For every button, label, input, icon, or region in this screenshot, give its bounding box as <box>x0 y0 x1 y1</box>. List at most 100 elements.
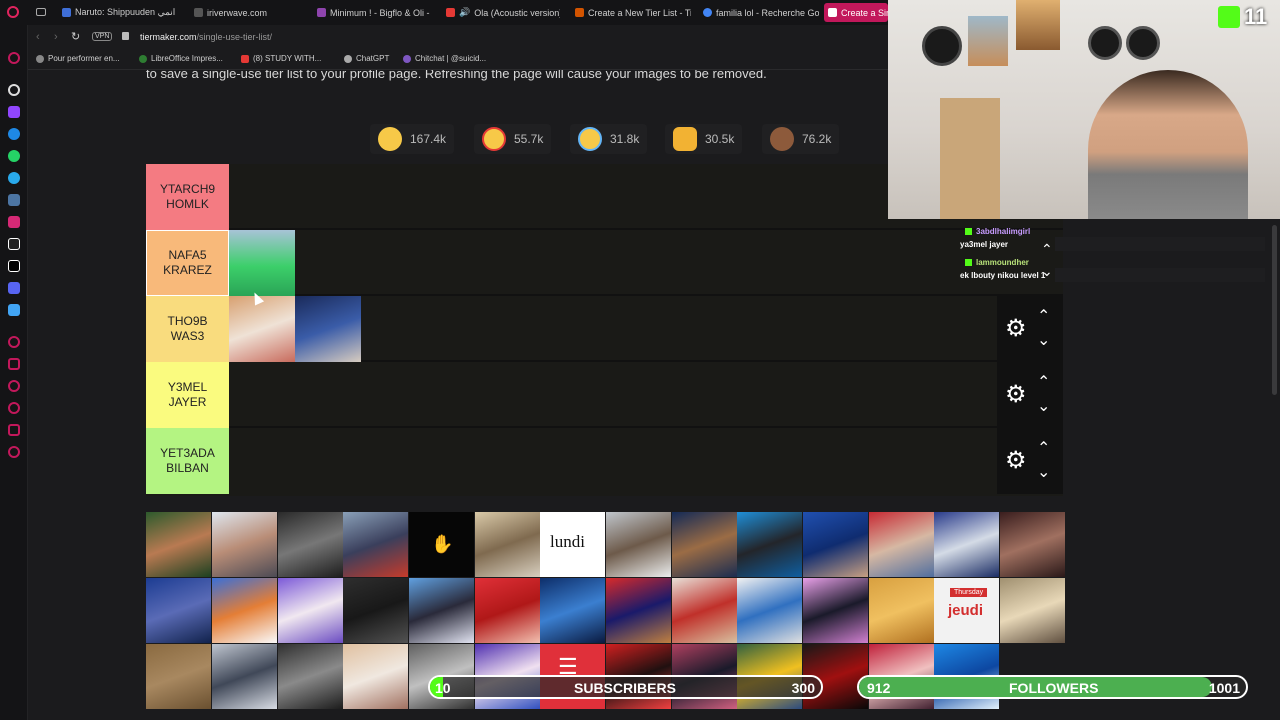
settings-icon[interactable] <box>8 446 20 458</box>
item-image[interactable] <box>409 578 474 643</box>
reaction-heart-eyes[interactable]: 55.7k <box>474 124 552 154</box>
chevron-up-icon[interactable]: ⌃ <box>1041 241 1053 258</box>
tab-minimum[interactable]: Minimum ! - Bigflo & Oli - <box>313 3 431 22</box>
tab-ola[interactable]: 🔊 Ola (Acoustic version) <box>442 3 560 22</box>
gear-icon[interactable]: ⚙ <box>1005 383 1027 407</box>
forward-icon[interactable]: › <box>54 31 58 43</box>
item-image[interactable] <box>212 644 277 709</box>
bookmark-libreoffice[interactable]: LibreOffice Impres... <box>139 54 223 63</box>
page-scrollbar[interactable] <box>1272 225 1277 395</box>
item-image[interactable] <box>869 512 934 577</box>
item-image[interactable] <box>146 644 211 709</box>
bookmark-chitchat[interactable]: Chitchat | @suicid... <box>403 54 486 63</box>
item-image[interactable] <box>212 578 277 643</box>
google-icon <box>703 8 712 17</box>
chevron-down-icon[interactable]: ⌄ <box>1037 330 1050 350</box>
reaction-laughing[interactable]: 31.8k <box>570 124 648 154</box>
opera-icon[interactable] <box>8 52 20 64</box>
app-icon[interactable] <box>8 304 20 316</box>
extensions-icon[interactable] <box>8 424 20 436</box>
tier-label[interactable]: THO9B WAS3 <box>146 296 229 362</box>
item-image[interactable] <box>606 578 671 643</box>
history-icon[interactable] <box>8 336 20 348</box>
tiktok-icon[interactable] <box>8 238 20 250</box>
chevron-up-icon[interactable]: ⌃ <box>1037 438 1050 458</box>
chevron-down-icon[interactable]: ⌄ <box>1041 263 1053 280</box>
item-image[interactable] <box>934 512 999 577</box>
tier-controls: ⚙ ⌃ ⌄ <box>997 296 1063 362</box>
back-icon[interactable]: ‹ <box>36 31 40 43</box>
vpn-badge[interactable]: VPN <box>92 32 113 41</box>
discord-icon[interactable] <box>8 282 20 294</box>
tier-item-image[interactable] <box>229 296 295 362</box>
chevron-up-icon[interactable]: ⌃ <box>1037 372 1050 392</box>
item-image[interactable]: ✋ <box>409 512 474 577</box>
item-image[interactable] <box>803 512 868 577</box>
item-image[interactable] <box>343 644 408 709</box>
item-image[interactable] <box>278 578 343 643</box>
item-image[interactable] <box>540 578 605 643</box>
item-image-lundi[interactable]: lundi <box>540 512 605 577</box>
tiermaker-icon <box>828 8 837 17</box>
item-image[interactable] <box>737 578 802 643</box>
item-image[interactable] <box>672 578 737 643</box>
reload-icon[interactable]: ↻ <box>71 30 80 43</box>
chevron-down-icon[interactable]: ⌄ <box>1037 462 1050 482</box>
item-image[interactable] <box>606 512 671 577</box>
tab-tiermaker-create[interactable]: Create a New Tier List - Ti <box>571 3 691 22</box>
item-image[interactable] <box>278 644 343 709</box>
item-image[interactable] <box>475 512 540 577</box>
item-image[interactable] <box>146 512 211 577</box>
opera-menu-icon[interactable] <box>7 6 19 18</box>
tier-item-image[interactable] <box>229 230 295 296</box>
ai-icon[interactable] <box>8 84 20 96</box>
tier-item-image[interactable] <box>295 296 361 362</box>
x-icon[interactable] <box>8 260 20 272</box>
tab-create-single[interactable]: Create a Sin <box>824 3 888 22</box>
item-image[interactable] <box>672 512 737 577</box>
reaction-grinning[interactable]: 167.4k <box>370 124 455 154</box>
tab-label: Minimum ! - Bigflo & Oli - <box>330 7 430 18</box>
item-image[interactable] <box>343 578 408 643</box>
vk-icon[interactable] <box>8 194 20 206</box>
item-image-jeudi[interactable]: Thursday jeudi <box>934 578 999 643</box>
item-image[interactable] <box>803 578 868 643</box>
whatsapp-icon[interactable] <box>8 150 20 162</box>
item-image[interactable] <box>1000 512 1065 577</box>
item-image[interactable] <box>475 578 540 643</box>
heart-icon[interactable] <box>8 380 20 392</box>
reaction-poop[interactable]: 76.2k <box>762 124 840 154</box>
item-image[interactable] <box>212 512 277 577</box>
messenger-icon[interactable] <box>8 128 20 140</box>
item-image[interactable] <box>737 512 802 577</box>
twitch-icon[interactable] <box>8 106 20 118</box>
tab-iriverwave[interactable]: iriverwave.com <box>190 3 300 22</box>
bookmark-study[interactable]: (8) STUDY WITH... <box>241 54 321 63</box>
reaction-raised-hands[interactable]: 30.5k <box>665 124 743 154</box>
tab-naruto[interactable]: Naruto: Shippuuden انمي <box>58 3 178 22</box>
item-image[interactable] <box>146 578 211 643</box>
instagram-icon[interactable] <box>8 216 20 228</box>
bookmark-performer[interactable]: Pour performer en... <box>36 54 120 63</box>
tier-label[interactable]: NAFA5 KRAREZ <box>146 230 229 296</box>
tier-label[interactable]: Y3MEL JAYER <box>146 362 229 428</box>
item-image[interactable] <box>869 578 934 643</box>
clock-icon[interactable] <box>8 402 20 414</box>
flow-icon[interactable] <box>8 358 20 370</box>
tier-row: THO9B WAS3 ⚙ ⌃ ⌄ <box>146 296 1063 362</box>
tab-grid-icon[interactable] <box>36 8 46 16</box>
item-image[interactable] <box>1000 578 1065 643</box>
url-field[interactable]: tiermaker.com/single-use-tier-list/ <box>140 32 272 42</box>
item-image[interactable] <box>343 512 408 577</box>
reaction-count: 167.4k <box>410 132 447 146</box>
gear-icon[interactable]: ⚙ <box>1005 317 1027 341</box>
tier-label[interactable]: YTARCH9 HOMLK <box>146 164 229 230</box>
tab-google-search[interactable]: familia lol - Recherche Go <box>699 3 819 22</box>
telegram-icon[interactable] <box>8 172 20 184</box>
chevron-down-icon[interactable]: ⌄ <box>1037 396 1050 416</box>
bookmark-chatgpt[interactable]: ChatGPT <box>344 54 389 63</box>
gear-icon[interactable]: ⚙ <box>1005 449 1027 473</box>
item-image[interactable] <box>278 512 343 577</box>
chevron-up-icon[interactable]: ⌃ <box>1037 306 1050 326</box>
tier-label[interactable]: YET3ADA BILBAN <box>146 428 229 494</box>
